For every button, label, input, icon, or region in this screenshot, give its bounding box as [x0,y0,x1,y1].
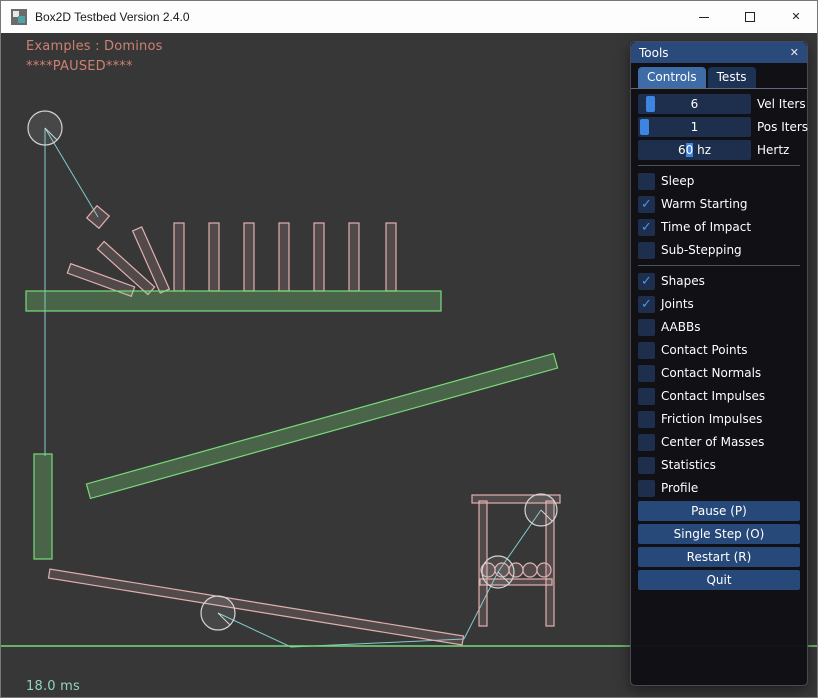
checkbox-label: Contact Normals [661,366,761,380]
checkbox-contact-normals[interactable] [638,365,655,382]
maximize-icon [745,12,755,22]
tools-panel-close-icon[interactable]: ✕ [790,46,799,59]
app-icon [11,9,27,25]
hertz-value-post: hz [693,143,711,157]
checkbox-contact-impulses[interactable] [638,388,655,405]
tools-panel-titlebar[interactable]: Tools ✕ [631,42,807,63]
checkbox-label: Sub-Stepping [661,243,742,257]
checkbox-contact-points[interactable] [638,342,655,359]
paused-label: ****PAUSED**** [26,59,133,74]
checkbox-label: Contact Impulses [661,389,765,403]
checkbox-row-sub-stepping: Sub-Stepping [638,240,800,260]
checkbox-sub-stepping[interactable] [638,242,655,259]
checkbox-joints[interactable]: ✓ [638,296,655,313]
pos-iters-row: 1 Pos Iters [638,117,800,137]
pos-iters-label: Pos Iters [757,120,808,134]
checkbox-label: Warm Starting [661,197,748,211]
tools-tab-bar: Controls Tests [631,63,807,89]
restart-button[interactable]: Restart (R) [638,547,800,567]
close-button[interactable]: ✕ [773,1,818,33]
single-step-button[interactable]: Single Step (O) [638,524,800,544]
checkmark-icon: ✓ [641,298,652,311]
checkbox-sleep[interactable] [638,173,655,190]
hertz-row: 60 hz Hertz [638,140,800,160]
checkbox-time-of-impact[interactable]: ✓ [638,219,655,236]
vel-iters-slider[interactable]: 6 [638,94,751,114]
checkbox-center-of-masses[interactable] [638,434,655,451]
checkbox-row-contact-impulses: Contact Impulses [638,386,800,406]
checkbox-label: Profile [661,481,698,495]
vel-iters-value: 6 [638,94,751,114]
minimize-icon [699,17,709,18]
vel-iters-label: Vel Iters [757,97,806,111]
example-label: Examples : Dominos [26,39,163,54]
checkbox-row-time-of-impact: ✓ Time of Impact [638,217,800,237]
tools-content: 6 Vel Iters 1 Pos Iters 60 hz Hertz [631,89,807,595]
separator [638,265,800,266]
separator [638,165,800,166]
checkbox-aabbs[interactable] [638,319,655,336]
close-icon: ✕ [791,12,800,23]
minimize-button[interactable] [681,1,727,33]
tab-tests[interactable]: Tests [708,67,756,88]
quit-button[interactable]: Quit [638,570,800,590]
frame-time-label: 18.0 ms [26,679,80,694]
pos-iters-value: 1 [638,117,751,137]
tab-controls[interactable]: Controls [638,67,706,88]
window-controls: ✕ [681,1,818,33]
checkbox-label: Statistics [661,458,716,472]
checkbox-row-joints: ✓ Joints [638,294,800,314]
checkbox-label: Friction Impulses [661,412,762,426]
checkbox-friction-impulses[interactable] [638,411,655,428]
checkbox-row-aabbs: AABBs [638,317,800,337]
app-window: Box2D Testbed Version 2.4.0 ✕ [0,0,818,698]
checkbox-warm-starting[interactable]: ✓ [638,196,655,213]
checkbox-label: Sleep [661,174,694,188]
checkbox-label: Center of Masses [661,435,764,449]
checkbox-label: Joints [661,297,694,311]
checkbox-row-profile: Profile [638,478,800,498]
checkbox-row-warm-starting: ✓ Warm Starting [638,194,800,214]
hertz-value-pre: 6 [678,143,686,157]
pos-iters-slider[interactable]: 1 [638,117,751,137]
checkbox-row-shapes: ✓ Shapes [638,271,800,291]
tools-panel-title: Tools [639,46,669,60]
checkbox-label: AABBs [661,320,700,334]
checkbox-row-sleep: Sleep [638,171,800,191]
checkmark-icon: ✓ [641,275,652,288]
window-titlebar: Box2D Testbed Version 2.4.0 ✕ [1,1,818,33]
hertz-value: 60 hz [638,140,751,160]
checkbox-row-contact-normals: Contact Normals [638,363,800,383]
checkbox-row-friction-impulses: Friction Impulses [638,409,800,429]
pause-button[interactable]: Pause (P) [638,501,800,521]
checkbox-label: Time of Impact [661,220,751,234]
checkbox-profile[interactable] [638,480,655,497]
hertz-value-selection: 0 [686,143,694,157]
checkbox-label: Shapes [661,274,705,288]
checkmark-icon: ✓ [641,198,652,211]
vel-iters-row: 6 Vel Iters [638,94,800,114]
checkbox-label: Contact Points [661,343,748,357]
maximize-button[interactable] [727,1,773,33]
checkmark-icon: ✓ [641,221,652,234]
checkbox-row-contact-points: Contact Points [638,340,800,360]
window-title: Box2D Testbed Version 2.4.0 [35,10,190,24]
tools-panel: Tools ✕ Controls Tests 6 Vel Iters 1 [630,41,808,686]
checkbox-row-center-of-masses: Center of Masses [638,432,800,452]
checkbox-row-statistics: Statistics [638,455,800,475]
hertz-label: Hertz [757,143,789,157]
hertz-input[interactable]: 60 hz [638,140,751,160]
checkbox-statistics[interactable] [638,457,655,474]
checkbox-shapes[interactable]: ✓ [638,273,655,290]
